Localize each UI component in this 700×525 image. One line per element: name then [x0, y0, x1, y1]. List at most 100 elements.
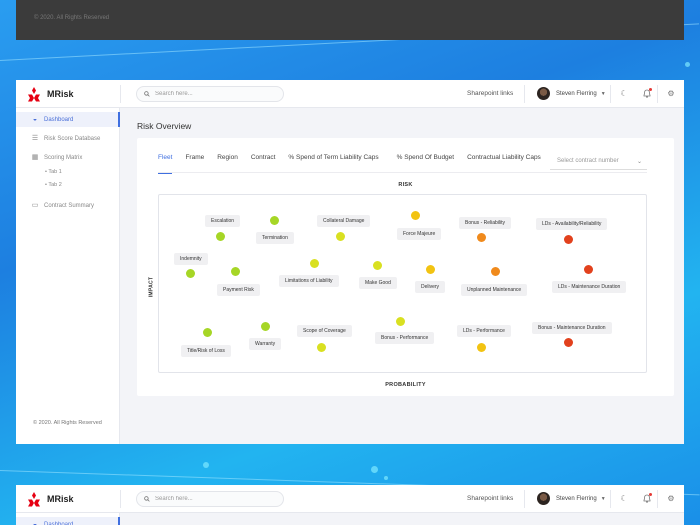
x-axis-label: PROBABILITY: [385, 382, 426, 388]
copyright-text: © 2020. All Rights Reserved: [33, 420, 102, 426]
gear-icon[interactable]: ⚙: [666, 494, 676, 504]
tab-spend-term-liability-caps[interactable]: % Spend of Term Liability Caps: [288, 154, 378, 168]
sidebar-item-risk-score-database[interactable]: ☰ Risk Score Database: [16, 131, 120, 146]
risk-dot[interactable]: [216, 232, 225, 241]
risk-label: Unplanned Maintenance: [461, 284, 528, 296]
brand-name: MRisk: [47, 89, 74, 99]
dashboard-gauge-icon: ◒: [32, 115, 38, 123]
grid-matrix-icon: ▦: [31, 153, 39, 161]
sidebar-item-contract-summary[interactable]: ▭ Contract Summary: [16, 198, 120, 213]
risk-label: Scope of Coverage: [297, 325, 352, 337]
user-menu[interactable]: Steven Flerring ▼: [537, 492, 606, 505]
risk-label: Title/Risk of Loss: [181, 345, 231, 357]
user-name: Steven Flerring: [556, 90, 597, 97]
risk-dot[interactable]: [317, 343, 326, 352]
next-frame-preview: MRisk Sharepoint links Steven Flerring ▼…: [16, 485, 684, 525]
background-glow-dot: [203, 462, 209, 468]
risk-dot[interactable]: [477, 343, 486, 352]
background-glow-dot: [371, 466, 378, 473]
tab-frame[interactable]: Frame: [185, 154, 204, 168]
moon-icon[interactable]: ☾: [619, 494, 629, 504]
risk-dot[interactable]: [426, 265, 435, 274]
sidebar-item-dashboard[interactable]: ◒ Dashboard: [16, 112, 120, 127]
gear-icon[interactable]: ⚙: [666, 89, 676, 99]
sidebar: ◒ Dashboard: [16, 513, 120, 525]
tab-contractual-liability-caps[interactable]: Contractual Liability Caps: [467, 154, 541, 168]
risk-dot[interactable]: [203, 328, 212, 337]
risk-dot[interactable]: [564, 338, 573, 347]
risk-label: Indemnity: [174, 253, 208, 265]
sidebar: ◒ Dashboard ☰ Risk Score Database ▦ Scor…: [16, 108, 120, 444]
search-icon: [144, 91, 150, 97]
risk-dot[interactable]: [564, 235, 573, 244]
sidebar-item-label: Scoring Matrix: [44, 154, 83, 161]
risk-label: Payment Risk: [217, 284, 260, 296]
divider: [524, 85, 525, 103]
risk-label: LDs - Availability/Reliability: [536, 218, 608, 230]
chevron-down-icon: ▼: [600, 90, 606, 97]
risk-dot[interactable]: [261, 322, 270, 331]
user-name: Steven Flerring: [556, 495, 597, 502]
search-input[interactable]: [155, 496, 275, 502]
page-title: Risk Overview: [137, 121, 192, 131]
sidebar-subitem-tab-1[interactable]: • Tab 1: [45, 169, 62, 175]
risk-dot[interactable]: [396, 317, 405, 326]
risk-dot[interactable]: [411, 211, 420, 220]
risk-dot[interactable]: [373, 261, 382, 270]
tab-fleet[interactable]: Fleet: [158, 154, 173, 174]
search-box[interactable]: [136, 86, 284, 102]
chevron-down-icon: ▼: [600, 495, 606, 502]
divider: [524, 490, 525, 508]
tab-contract[interactable]: Contract: [251, 154, 276, 168]
database-icon: ☰: [31, 134, 39, 142]
user-menu[interactable]: Steven Flerring ▼: [537, 87, 606, 100]
search-icon: [144, 496, 150, 502]
chevron-down-icon: ⌄: [636, 159, 642, 165]
divider: [120, 490, 121, 508]
risk-label: LDs - Maintenance Duration: [552, 281, 627, 293]
risk-label: Bonus - Maintenance Duration: [532, 322, 612, 334]
contract-number-select[interactable]: Select contract number ⌄: [550, 155, 647, 170]
dashboard-gauge-icon: ◒: [32, 520, 38, 525]
book-icon: ▭: [31, 201, 39, 209]
divider: [610, 85, 611, 103]
risk-dot[interactable]: [584, 265, 593, 274]
risk-dot[interactable]: [491, 267, 500, 276]
tab-underline: [158, 172, 647, 173]
sharepoint-links[interactable]: Sharepoint links: [467, 90, 513, 97]
risk-label: Bonus - Reliability: [459, 217, 512, 229]
sidebar-item-label: Dashboard: [44, 521, 74, 525]
risk-matrix-plot: Escalation Termination Collateral Damage Fo…: [158, 194, 647, 373]
next-frame-top-bar: MRisk Sharepoint links Steven Flerring ▼…: [16, 485, 684, 513]
risk-dot[interactable]: [310, 259, 319, 268]
sidebar-subitem-tab-2[interactable]: • Tab 2: [45, 182, 62, 188]
risk-dot[interactable]: [336, 232, 345, 241]
tab-region[interactable]: Region: [217, 154, 238, 168]
risk-dot[interactable]: [231, 267, 240, 276]
avatar: [537, 87, 550, 100]
risk-label: Bonus - Performance: [375, 332, 435, 344]
tab-spend-of-budget[interactable]: % Spend Of Budget: [397, 154, 454, 168]
previous-frame-copyright: © 2020. All Rights Reserved: [34, 15, 110, 21]
risk-dot[interactable]: [270, 216, 279, 225]
risk-label: Delivery: [415, 281, 446, 293]
bell-icon[interactable]: [642, 493, 652, 504]
background-glow-dot: [685, 62, 690, 67]
sidebar-item-scoring-matrix[interactable]: ▦ Scoring Matrix: [16, 150, 120, 165]
background-glow-dot: [384, 476, 388, 480]
moon-icon[interactable]: ☾: [619, 89, 629, 99]
risk-dot[interactable]: [477, 233, 486, 242]
sidebar-item-label: Risk Score Database: [44, 135, 101, 142]
matrix-title: RISK: [398, 182, 413, 188]
divider: [610, 490, 611, 508]
avatar: [537, 492, 550, 505]
sharepoint-links[interactable]: Sharepoint links: [467, 495, 513, 502]
bell-icon[interactable]: [642, 88, 652, 99]
risk-overview-card: Fleet Frame Region Contract % Spend of T…: [137, 138, 674, 396]
sidebar-item-dashboard[interactable]: ◒ Dashboard: [16, 517, 120, 525]
search-box[interactable]: [136, 491, 284, 507]
sidebar-item-label: Dashboard: [44, 116, 74, 123]
search-input[interactable]: [155, 91, 275, 97]
risk-label: Termination: [256, 232, 294, 244]
risk-dot[interactable]: [186, 269, 195, 278]
